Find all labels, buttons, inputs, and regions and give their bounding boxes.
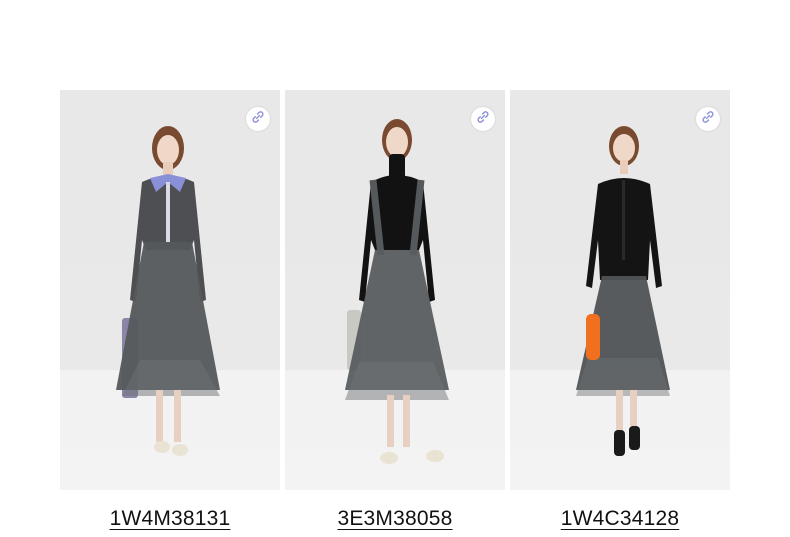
product-image[interactable] — [285, 90, 505, 490]
model-figure — [116, 126, 220, 456]
product-grid: 1W4M38131 3E3M38058 1W4C34128 — [60, 90, 730, 537]
product-card[interactable]: 1W4C34128 — [510, 90, 730, 531]
product-code-link[interactable]: 3E3M38058 — [285, 507, 505, 531]
product-code-link[interactable]: 1W4C34128 — [510, 507, 730, 531]
link-button[interactable] — [471, 107, 495, 131]
link-icon — [251, 110, 265, 129]
product-card[interactable]: 1W4M38131 — [60, 90, 280, 531]
link-icon — [701, 110, 715, 129]
product-code-link[interactable]: 1W4M38131 — [60, 507, 280, 531]
model-figure — [345, 119, 449, 464]
product-card[interactable]: 3E3M38058 — [285, 90, 505, 531]
model-figure — [576, 126, 670, 456]
product-image[interactable] — [510, 90, 730, 490]
product-image[interactable] — [60, 90, 280, 490]
link-icon — [476, 110, 490, 129]
link-button[interactable] — [696, 107, 720, 131]
link-button[interactable] — [246, 107, 270, 131]
